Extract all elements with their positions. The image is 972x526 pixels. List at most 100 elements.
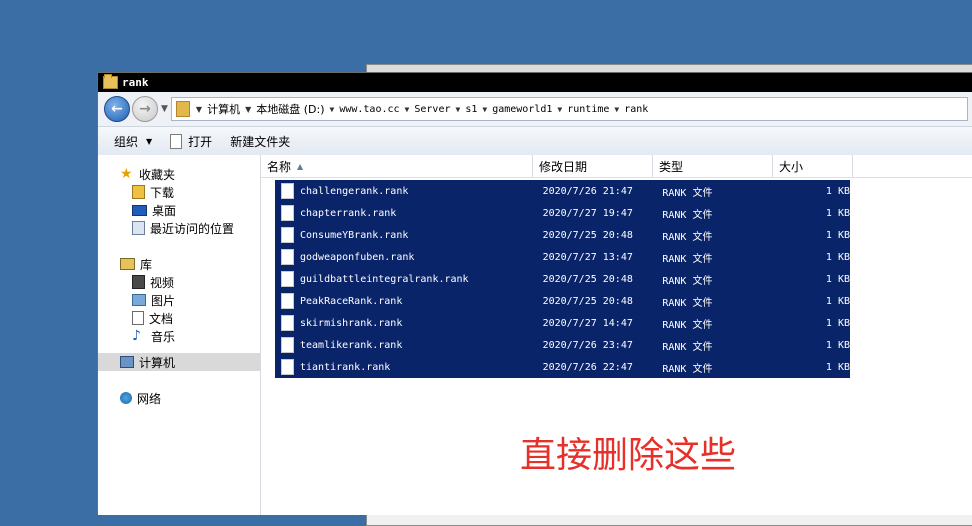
document-icon xyxy=(132,311,144,325)
file-row[interactable]: guildbattleintegralrank.rank 2020/7/25 20… xyxy=(275,268,850,290)
file-date: 2020/7/27 13:47 xyxy=(542,251,633,263)
breadcrumb-runtime[interactable]: ▼ runtime xyxy=(557,104,609,115)
music-note-icon: ♪ xyxy=(132,327,141,344)
desktop-icon xyxy=(132,204,147,216)
breadcrumb-label: 计算机 xyxy=(207,103,241,116)
sidebar-item-downloads[interactable]: 下载 xyxy=(98,183,260,201)
file-icon xyxy=(281,315,294,331)
file-type: RANK 文件 xyxy=(662,297,713,309)
new-folder-button[interactable]: 新建文件夹 xyxy=(230,133,290,150)
file-icon xyxy=(281,205,294,221)
document-icon xyxy=(170,133,183,149)
sidebar-item-libraries[interactable]: 库 xyxy=(98,255,260,273)
sidebar-item-recent[interactable]: 最近访问的位置 xyxy=(98,219,260,237)
file-size: 1 KB xyxy=(825,273,850,285)
file-type: RANK 文件 xyxy=(662,231,713,243)
folder-icon xyxy=(175,101,190,117)
file-row[interactable]: godweaponfuben.rank 2020/7/27 13:47 RANK 文… xyxy=(275,246,850,268)
file-size: 1 KB xyxy=(825,317,850,329)
file-row[interactable]: PeakRaceRank.rank 2020/7/25 20:48 RANK 文件 1… xyxy=(275,290,850,312)
file-row[interactable]: skirmishrank.rank 2020/7/27 14:47 RANK 文件 1… xyxy=(275,312,850,334)
column-header-date[interactable]: 修改日期 xyxy=(533,155,653,177)
file-row[interactable]: challengerank.rank 2020/7/26 21:47 RANK 文件… xyxy=(275,180,850,202)
breadcrumb-computer[interactable]: ▼ 计算机 xyxy=(196,101,240,117)
sidebar-item-videos[interactable]: 视频 xyxy=(98,273,260,291)
column-header-label: 名称 xyxy=(267,159,292,174)
breadcrumb-rank[interactable]: ▼ rank xyxy=(614,104,648,115)
downloads-folder-icon xyxy=(132,185,145,199)
file-type: RANK 文件 xyxy=(662,209,713,221)
file-date: 2020/7/26 21:47 xyxy=(542,185,633,197)
file-row[interactable]: teamlikerank.rank 2020/7/26 23:47 RANK 文件 1… xyxy=(275,334,850,356)
sidebar-item-favorites[interactable]: ★ 收藏夹 xyxy=(98,165,260,183)
forward-button[interactable]: → xyxy=(132,96,158,122)
recent-pages-chevron-icon[interactable]: ▼ xyxy=(161,104,168,114)
chevron-right-icon: ▼ xyxy=(245,104,252,114)
sidebar-item-label: 文档 xyxy=(149,311,174,326)
breadcrumb-local-disk[interactable]: ▼ 本地磁盘 (D:) xyxy=(245,101,324,117)
file-name: skirmishrank.rank xyxy=(300,317,403,329)
sidebar-item-network[interactable]: 网络 xyxy=(98,389,260,407)
sidebar-item-computer[interactable]: 计算机 xyxy=(98,353,260,371)
file-type: RANK 文件 xyxy=(662,363,713,375)
breadcrumb-label: 本地磁盘 (D:) xyxy=(256,103,325,116)
file-name: ConsumeYBrank.rank xyxy=(300,229,409,241)
command-bar: 组织 ▼ 打开 新建文件夹 xyxy=(98,127,972,156)
file-row[interactable]: chapterrank.rank 2020/7/27 19:47 RANK 文件 1 … xyxy=(275,202,850,224)
file-icon xyxy=(281,293,294,309)
column-header-type[interactable]: 类型 xyxy=(653,155,773,177)
file-size: 1 KB xyxy=(825,339,850,351)
file-row[interactable]: ConsumeYBrank.rank 2020/7/25 20:48 RANK 文件… xyxy=(275,224,850,246)
file-date: 2020/7/25 20:48 xyxy=(542,273,633,285)
sidebar-item-label: 音乐 xyxy=(151,329,176,344)
file-name: tiantirank.rank xyxy=(300,361,391,373)
column-header-name[interactable]: 名称 ▲ xyxy=(261,155,533,177)
column-headers: 名称 ▲ 修改日期 类型 大小 xyxy=(261,155,972,178)
file-date: 2020/7/26 22:47 xyxy=(542,361,633,373)
file-row[interactable]: tiantirank.rank 2020/7/26 22:47 RANK 文件 1 K… xyxy=(275,356,850,378)
open-label: 打开 xyxy=(188,134,213,149)
sidebar-item-label: 桌面 xyxy=(152,203,177,218)
column-header-size[interactable]: 大小 xyxy=(773,155,853,177)
chevron-right-icon: ▼ xyxy=(455,104,461,114)
file-size: 1 KB xyxy=(825,185,850,197)
file-icon xyxy=(281,249,294,265)
favorites-group: ★ 收藏夹 下载 桌面 最近访问的位置 xyxy=(98,165,260,237)
library-icon xyxy=(120,258,135,270)
open-button[interactable]: 打开 xyxy=(170,133,212,150)
file-date: 2020/7/25 20:48 xyxy=(542,229,633,241)
new-folder-label: 新建文件夹 xyxy=(230,134,291,149)
file-date: 2020/7/25 20:48 xyxy=(542,295,633,307)
breadcrumb-label: s1 xyxy=(465,103,478,115)
breadcrumb-label: rank xyxy=(624,103,649,115)
sidebar-item-desktop[interactable]: 桌面 xyxy=(98,201,260,219)
navigation-pane: ★ 收藏夹 下载 桌面 最近访问的位置 库 视频 图片 文档 ♪ 音乐 计算机 网络 xyxy=(98,155,261,515)
breadcrumb-label: Server xyxy=(414,103,451,115)
folder-icon xyxy=(103,74,118,89)
file-date: 2020/7/27 19:47 xyxy=(542,207,633,219)
sidebar-item-label: 图片 xyxy=(151,293,176,308)
address-bar-row: ← → ▼ ▼ 计算机 ▼ 本地磁盘 (D:) ▼ www.tao.cc ▼ Serve… xyxy=(98,92,972,127)
sidebar-item-label: 收藏夹 xyxy=(139,167,176,182)
libraries-group: 库 视频 图片 文档 ♪ 音乐 xyxy=(98,255,260,345)
file-type: RANK 文件 xyxy=(662,341,713,353)
sidebar-item-music[interactable]: ♪ 音乐 xyxy=(98,327,260,345)
chevron-right-icon: ▼ xyxy=(482,104,488,114)
breadcrumb-s1[interactable]: ▼ s1 xyxy=(456,104,478,115)
chevron-right-icon: ▼ xyxy=(614,104,620,114)
back-button[interactable]: ← xyxy=(104,96,130,122)
sidebar-item-label: 库 xyxy=(140,257,153,272)
chevron-down-icon: ▼ xyxy=(146,136,153,146)
file-size: 1 KB xyxy=(825,229,850,241)
breadcrumb-www[interactable]: ▼ www.tao.cc xyxy=(330,104,400,115)
title-bar[interactable]: rank xyxy=(98,73,972,92)
sidebar-item-pictures[interactable]: 图片 xyxy=(98,291,260,309)
breadcrumb-server[interactable]: ▼ Server xyxy=(405,104,451,115)
file-icon xyxy=(281,359,294,375)
file-name: guildbattleintegralrank.rank xyxy=(300,273,469,285)
sidebar-item-documents[interactable]: 文档 xyxy=(98,309,260,327)
breadcrumb-gameworld1[interactable]: ▼ gameworld1 xyxy=(482,104,552,115)
address-bar[interactable]: ▼ 计算机 ▼ 本地磁盘 (D:) ▼ www.tao.cc ▼ Server ▼ s1 … xyxy=(170,97,968,121)
organize-button[interactable]: 组织 ▼ xyxy=(114,133,152,150)
recent-places-icon xyxy=(132,221,145,235)
